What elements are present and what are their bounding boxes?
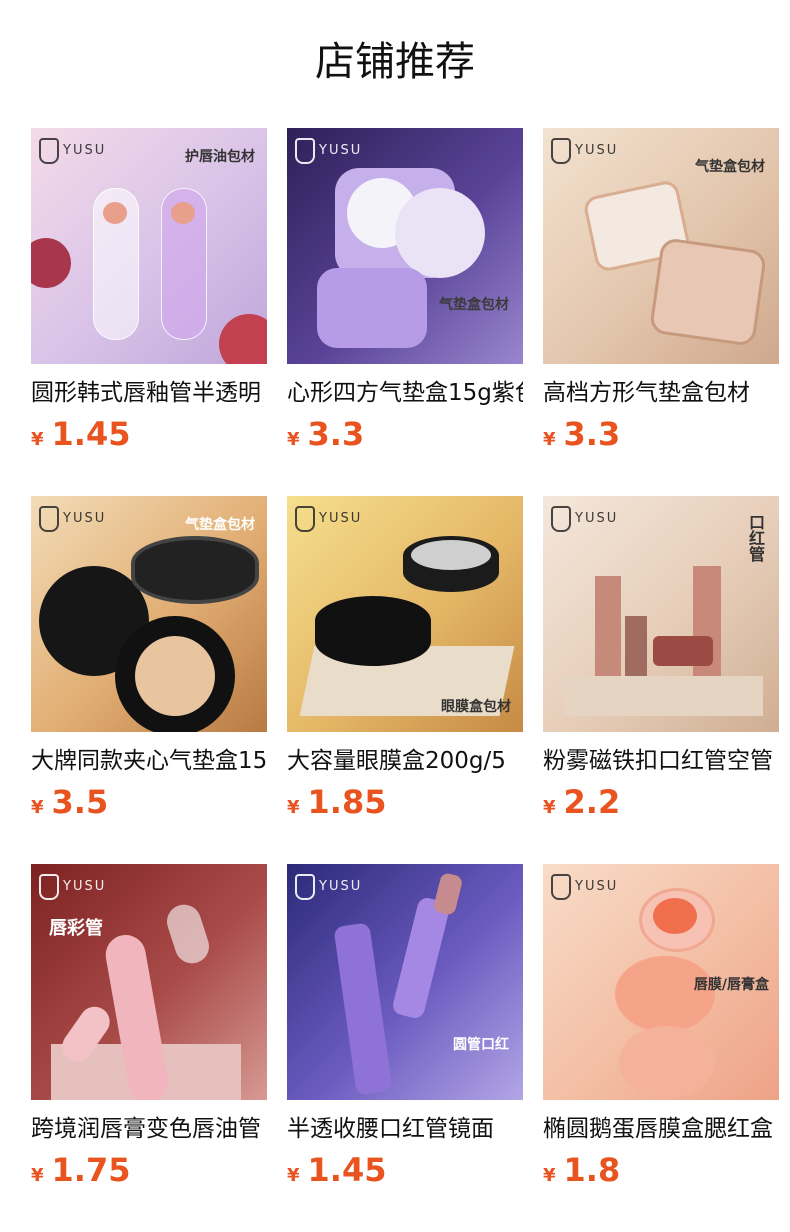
currency-symbol: ¥ — [287, 1165, 300, 1186]
brand-logo: YUSU — [295, 138, 362, 164]
thumbnail-caption: 气垫盒包材 — [439, 297, 509, 313]
currency-symbol: ¥ — [287, 797, 300, 818]
thumbnail-caption: 眼膜盒包材 — [441, 699, 511, 715]
product-price: ¥ 1.8 — [543, 1152, 779, 1188]
price-value: 2.2 — [563, 783, 621, 821]
product-card[interactable]: YUSU 唇彩管 跨境润唇膏变色唇油管 ¥ 1.75 — [31, 864, 267, 1232]
price-value: 3.3 — [307, 415, 365, 453]
product-price: ¥ 3.3 — [543, 416, 779, 452]
product-name[interactable]: 椭圆鹅蛋唇膜盒腮红盒 — [543, 1112, 779, 1146]
product-thumbnail[interactable]: YUSU 圆管口红 — [287, 864, 523, 1100]
thumbnail-caption: 圆管口红 — [453, 1037, 509, 1053]
product-name[interactable]: 半透收腰口红管镜面 — [287, 1112, 523, 1146]
product-card[interactable]: YUSU 唇膜/唇膏盒 椭圆鹅蛋唇膜盒腮红盒 ¥ 1.8 — [543, 864, 779, 1232]
price-value: 1.75 — [51, 1151, 131, 1189]
thumbnail-caption: 护唇油包材 — [185, 149, 255, 165]
product-name[interactable]: 粉雾磁铁扣口红管空管 — [543, 744, 779, 778]
product-thumbnail[interactable]: YUSU 唇彩管 — [31, 864, 267, 1100]
product-card[interactable]: YUSU 口红管 粉雾磁铁扣口红管空管 ¥ 2.2 — [543, 496, 779, 864]
brand-logo: YUSU — [295, 506, 362, 532]
product-card[interactable]: YUSU 圆管口红 半透收腰口红管镜面 ¥ 1.45 — [287, 864, 523, 1232]
product-name[interactable]: 大容量眼膜盒200g/5 — [287, 744, 523, 778]
brand-logo: YUSU — [39, 506, 106, 532]
brand-logo: YUSU — [39, 874, 106, 900]
product-thumbnail[interactable]: YUSU 护唇油包材 — [31, 128, 267, 364]
product-price: ¥ 1.45 — [31, 416, 267, 452]
brand-logo: YUSU — [551, 874, 618, 900]
brand-logo: YUSU — [551, 506, 618, 532]
thumbnail-caption: 唇膜/唇膏盒 — [693, 977, 769, 993]
product-thumbnail[interactable]: YUSU 气垫盒包材 — [31, 496, 267, 732]
product-card[interactable]: YUSU 气垫盒包材 大牌同款夹心气垫盒15g ¥ 3.5 — [31, 496, 267, 864]
thumbnail-caption: 气垫盒包材 — [695, 159, 765, 175]
price-value: 3.3 — [563, 415, 621, 453]
product-thumbnail[interactable]: YUSU 气垫盒包材 — [287, 128, 523, 364]
product-name[interactable]: 心形四方气垫盒15g紫色 — [287, 376, 523, 410]
price-value: 1.45 — [51, 415, 131, 453]
currency-symbol: ¥ — [31, 797, 44, 818]
thumbnail-caption: 唇彩管 — [49, 918, 103, 939]
page-title: 店铺推荐 — [315, 39, 475, 85]
brand-logo: YUSU — [551, 138, 618, 164]
currency-symbol: ¥ — [31, 1165, 44, 1186]
product-name[interactable]: 跨境润唇膏变色唇油管 — [31, 1112, 267, 1146]
product-grid: YUSU 护唇油包材 圆形韩式唇釉管半透明 ¥ 1.45 YUSU 气垫盒包材 — [31, 128, 779, 1232]
product-thumbnail[interactable]: YUSU 唇膜/唇膏盒 — [543, 864, 779, 1100]
product-name[interactable]: 圆形韩式唇釉管半透明 — [31, 376, 267, 410]
currency-symbol: ¥ — [287, 429, 300, 450]
price-value: 3.5 — [51, 783, 109, 821]
product-thumbnail[interactable]: YUSU 眼膜盒包材 — [287, 496, 523, 732]
brand-logo: YUSU — [295, 874, 362, 900]
product-price: ¥ 3.5 — [31, 784, 267, 820]
thumbnail-caption: 口红管 — [746, 514, 765, 562]
product-price: ¥ 1.75 — [31, 1152, 267, 1188]
product-thumbnail[interactable]: YUSU 口红管 — [543, 496, 779, 732]
product-name[interactable]: 大牌同款夹心气垫盒15g — [31, 744, 267, 778]
thumbnail-caption: 气垫盒包材 — [185, 517, 255, 533]
product-card[interactable]: YUSU 气垫盒包材 高档方形气垫盒包材 ¥ 3.3 — [543, 128, 779, 496]
product-price: ¥ 2.2 — [543, 784, 779, 820]
currency-symbol: ¥ — [543, 797, 556, 818]
product-price: ¥ 1.45 — [287, 1152, 523, 1188]
currency-symbol: ¥ — [543, 429, 556, 450]
price-value: 1.85 — [307, 783, 387, 821]
currency-symbol: ¥ — [543, 1165, 556, 1186]
product-card[interactable]: YUSU 眼膜盒包材 大容量眼膜盒200g/5 ¥ 1.85 — [287, 496, 523, 864]
product-card[interactable]: YUSU 气垫盒包材 心形四方气垫盒15g紫色 ¥ 3.3 — [287, 128, 523, 496]
price-value: 1.45 — [307, 1151, 387, 1189]
product-name[interactable]: 高档方形气垫盒包材 — [543, 376, 779, 410]
product-price: ¥ 3.3 — [287, 416, 523, 452]
price-value: 1.8 — [563, 1151, 621, 1189]
product-card[interactable]: YUSU 护唇油包材 圆形韩式唇釉管半透明 ¥ 1.45 — [31, 128, 267, 496]
product-price: ¥ 1.85 — [287, 784, 523, 820]
brand-logo: YUSU — [39, 138, 106, 164]
product-thumbnail[interactable]: YUSU 气垫盒包材 — [543, 128, 779, 364]
currency-symbol: ¥ — [31, 429, 44, 450]
